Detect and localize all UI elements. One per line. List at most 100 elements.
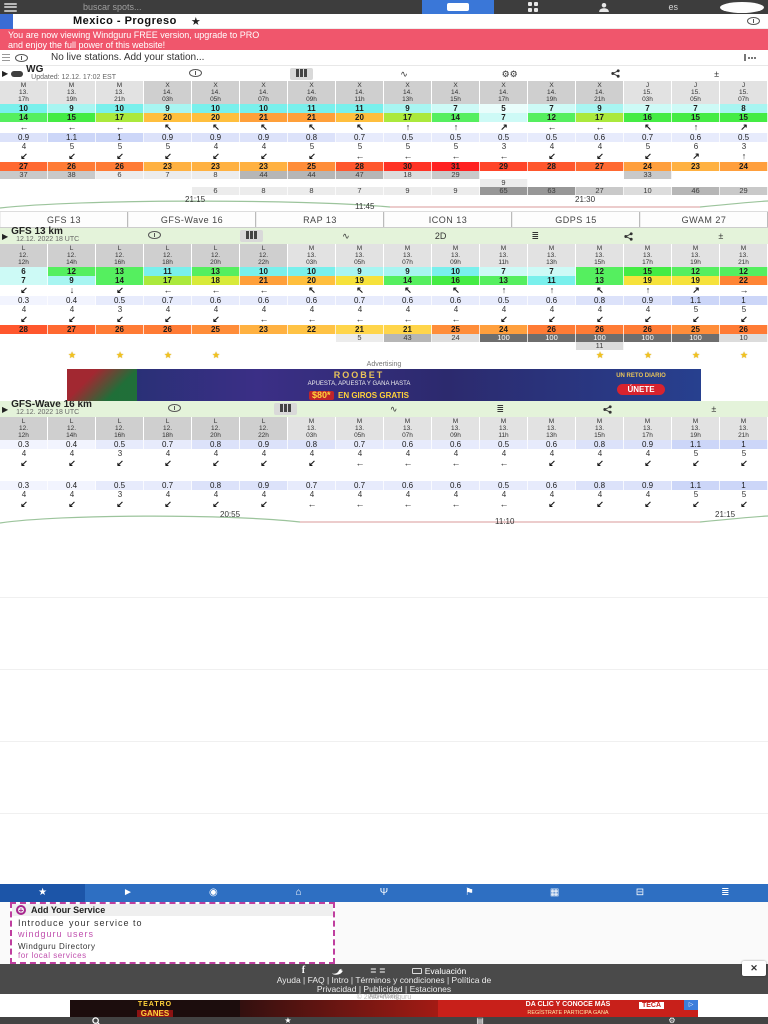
transport-icon[interactable]: ⊟ — [597, 884, 682, 902]
webcams-icon[interactable]: ► — [85, 884, 170, 902]
hide-spot-eye-icon[interactable] — [747, 17, 760, 25]
feedback-link[interactable]: Evaluación — [411, 966, 466, 976]
cell-gust: 14 — [0, 113, 48, 122]
cell-gust: 15 — [48, 113, 96, 122]
menu-icon[interactable] — [4, 2, 17, 12]
tab-icon-13[interactable]: ICON 13 — [384, 212, 512, 227]
favorites-icon[interactable]: ★ — [0, 884, 86, 902]
rows-icon[interactable]: ≣ — [491, 403, 511, 415]
spot-info-icon[interactable]: ◉ — [171, 884, 256, 902]
pro-upgrade-banner[interactable]: You are now viewing Windguru FREE versio… — [0, 29, 768, 50]
spot-title[interactable]: Mexico - Progreso — [73, 15, 177, 27]
share-icon[interactable] — [597, 404, 618, 414]
close-ad-button[interactable]: ✕ — [742, 961, 766, 976]
columns-icon[interactable] — [273, 403, 297, 415]
nav-maps[interactable]: ▤Mapas — [384, 1017, 576, 1024]
stations-eye-icon[interactable] — [15, 53, 28, 62]
cell-period: 5 — [309, 142, 315, 151]
row-cloud_high: 37 38 6 7 8 44 44 47 18 29 33 — [0, 171, 768, 179]
share-icon[interactable] — [618, 231, 639, 241]
cell-wave: 0.4 — [48, 296, 96, 305]
stations-text[interactable]: No live stations. Add your station... — [51, 52, 204, 63]
gears-icon[interactable]: ⚙⚙ — [496, 68, 524, 80]
collapse-table-icon[interactable]: ▶ — [2, 69, 8, 78]
model-name[interactable]: GFS 13 km — [11, 227, 79, 237]
nav-options[interactable]: ⚙Opciones — [576, 1017, 768, 1024]
options-icon: ⚙ — [668, 1016, 676, 1024]
tab-rap-13[interactable]: RAP 13 — [256, 212, 384, 227]
cell-wind: 7 — [432, 104, 480, 113]
tab-gdps-15[interactable]: GDPS 15 — [512, 212, 640, 227]
chart-icon[interactable]: ∿ — [336, 230, 356, 242]
bottom-ad-banner[interactable]: TEATRO GANES DA CLIC Y CONOCE MÁS REGÍST… — [70, 1000, 698, 1017]
tab-gfs-13[interactable]: GFS 13 — [0, 212, 128, 227]
collapse-table-icon[interactable]: ▶ — [2, 232, 8, 241]
chart-icon[interactable]: ∿ — [394, 68, 414, 80]
spot-color-icon[interactable] — [0, 13, 13, 29]
sun-time-3: 21:30 — [575, 195, 596, 204]
food-icon[interactable]: Ψ — [341, 884, 426, 902]
tab-gwam-27[interactable]: GWAM 27 — [640, 212, 768, 227]
twitter-icon[interactable] — [331, 966, 344, 975]
top-ad-banner[interactable]: ROOBET APUESTA, APUESTA Y GANA HASTA $80… — [67, 369, 701, 401]
cell-wind_dir: ↑ — [645, 285, 651, 295]
model-name[interactable]: WG — [26, 64, 116, 74]
accommodation-icon[interactable]: ⌂ — [256, 884, 341, 902]
placeholder-row — [0, 670, 768, 742]
directory-widget[interactable]: + Add Your Service Introduce your servic… — [10, 902, 335, 964]
plusminus-icon[interactable]: ± — [712, 230, 729, 242]
activities-icon[interactable]: ⚑ — [427, 884, 512, 902]
stations-menu-icon[interactable] — [2, 54, 10, 61]
cell-wave2: 0.9 — [624, 481, 672, 490]
search-input[interactable]: buscar spots... — [83, 2, 142, 12]
columns-icon[interactable] — [239, 230, 263, 242]
column-header: L 12. 16h — [96, 244, 144, 267]
eye-icon[interactable] — [183, 68, 208, 80]
nav-favorites[interactable]: ★Favoritos — [192, 1017, 384, 1024]
adchoices-icon[interactable]: ▷ — [684, 1000, 698, 1010]
user-icon[interactable] — [598, 2, 610, 13]
windguru-logo-icon[interactable] — [720, 1, 764, 13]
footer-links-line2[interactable]: Privacidad | Publicidad | Estaciones — [0, 985, 768, 994]
cell-rating: ★ — [691, 350, 701, 360]
cell-wave: 0.6 — [672, 133, 720, 142]
eye-icon[interactable] — [162, 403, 187, 415]
cell-cloud_high: 37 — [0, 171, 48, 179]
grid-icon[interactable]: ≣ ≣ — [370, 966, 386, 975]
eye-icon[interactable] — [142, 230, 167, 242]
favorite-star-icon[interactable]: ★ — [191, 15, 201, 28]
nav-search[interactable]: Search — [0, 1017, 192, 1024]
cell-cloud_low: 8 — [240, 187, 288, 195]
2D-icon[interactable]: 2D — [429, 230, 453, 242]
plusminus-icon[interactable]: ± — [705, 403, 722, 415]
model-name[interactable]: GFS-Wave 16 km — [11, 400, 92, 410]
ad-cta-button[interactable]: ÚNETE — [617, 384, 665, 395]
apps-icon[interactable] — [528, 2, 539, 12]
table-header-wg: ▶ WG Updated: 12.12. 17:02 EST ∿ ⚙⚙ ± — [0, 64, 768, 81]
chart-icon[interactable]: ∿ — [384, 403, 404, 415]
share-icon[interactable] — [605, 69, 626, 78]
cell-wave_dir: ↙ — [740, 458, 748, 468]
more-icon[interactable]: ≣ — [683, 884, 768, 902]
stations-settings-icon[interactable] — [744, 54, 760, 61]
rows-icon[interactable]: ≣ — [526, 230, 546, 242]
language-selector[interactable]: es — [668, 2, 678, 12]
chat-button[interactable] — [422, 0, 495, 14]
column-header: M 13. 21h — [720, 244, 768, 267]
cell-period: 5 — [693, 305, 699, 314]
plusminus-icon[interactable]: ± — [708, 68, 725, 80]
cell-cloud_high: 6 — [96, 171, 144, 179]
columns-icon[interactable] — [289, 67, 313, 80]
cell-cloud_mid — [528, 342, 576, 350]
cell-rating — [240, 350, 288, 361]
collapse-table-icon[interactable]: ▶ — [2, 405, 8, 414]
cell-wave2: 0.7 — [144, 481, 192, 490]
cell-wind: 9 — [336, 267, 384, 276]
cell-wave2_dir: ← — [499, 499, 509, 509]
placeholder-row — [0, 598, 768, 670]
add-service-icon: + — [16, 905, 26, 915]
shops-icon[interactable]: ▦ — [512, 884, 597, 902]
tab-gfs-wave-16[interactable]: GFS-Wave 16 — [128, 212, 256, 227]
cell-period: 4 — [405, 449, 411, 458]
cell-wave_dir: ↙ — [116, 458, 124, 468]
